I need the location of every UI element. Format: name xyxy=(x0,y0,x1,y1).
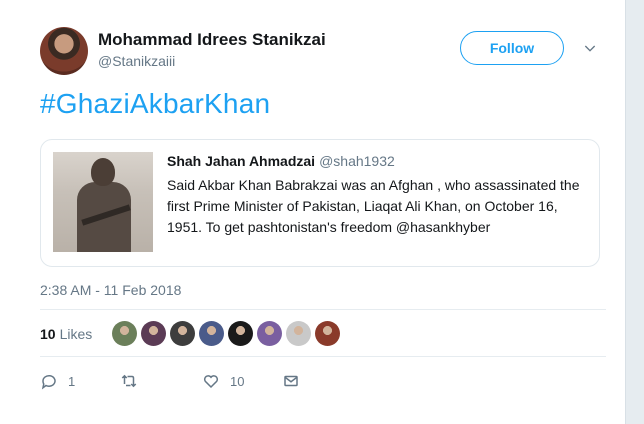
liker-avatar[interactable] xyxy=(199,321,224,346)
quoted-author-handle: @shah1932 xyxy=(319,153,395,169)
liker-avatar[interactable] xyxy=(257,321,282,346)
reply-icon xyxy=(41,374,56,390)
tweet-hashtag[interactable]: #GhaziAkbarKhan xyxy=(40,88,270,120)
direct-message-button[interactable] xyxy=(282,372,300,390)
quoted-tweet-text: Said Akbar Khan Babrakzai was an Afghan … xyxy=(167,177,580,235)
quoted-tweet[interactable]: Shah Jahan Ahmadzai @shah1932 Said Akbar … xyxy=(40,139,600,267)
scrollbar-track[interactable] xyxy=(626,0,644,424)
reply-button[interactable]: 1 xyxy=(40,372,75,390)
liker-avatar[interactable] xyxy=(141,321,166,346)
liker-avatar[interactable] xyxy=(112,321,137,346)
author-handle[interactable]: @Stanikzaiii xyxy=(98,53,175,69)
quoted-author: Shah Jahan Ahmadzai @shah1932 xyxy=(167,153,395,169)
likes-summary[interactable]: 10 Likes xyxy=(40,326,92,342)
liker-avatar[interactable] xyxy=(315,321,340,346)
retweet-button[interactable] xyxy=(120,372,148,390)
likes-label: Likes xyxy=(59,326,93,342)
liker-avatar[interactable] xyxy=(170,321,195,346)
author-avatar[interactable] xyxy=(40,27,88,75)
chevron-down-icon[interactable] xyxy=(582,40,598,56)
tweet-timestamp[interactable]: 2:38 AM - 11 Feb 2018 xyxy=(40,282,181,298)
author-name[interactable]: Mohammad Idrees Stanikzai xyxy=(98,30,326,50)
divider xyxy=(40,309,606,310)
divider xyxy=(40,356,606,357)
retweet-icon xyxy=(121,374,137,388)
likes-count: 10 xyxy=(40,326,56,342)
liker-avatar[interactable] xyxy=(228,321,253,346)
envelope-icon xyxy=(284,375,298,387)
quoted-author-name: Shah Jahan Ahmadzai xyxy=(167,153,316,169)
like-button[interactable]: 10 xyxy=(202,372,244,390)
likers-avatar-list xyxy=(112,321,340,346)
reply-count: 1 xyxy=(68,373,76,389)
heart-icon xyxy=(203,375,219,389)
like-count: 10 xyxy=(230,373,245,389)
follow-button[interactable]: Follow xyxy=(460,31,564,65)
liker-avatar[interactable] xyxy=(286,321,311,346)
quoted-tweet-image[interactable] xyxy=(53,152,153,252)
